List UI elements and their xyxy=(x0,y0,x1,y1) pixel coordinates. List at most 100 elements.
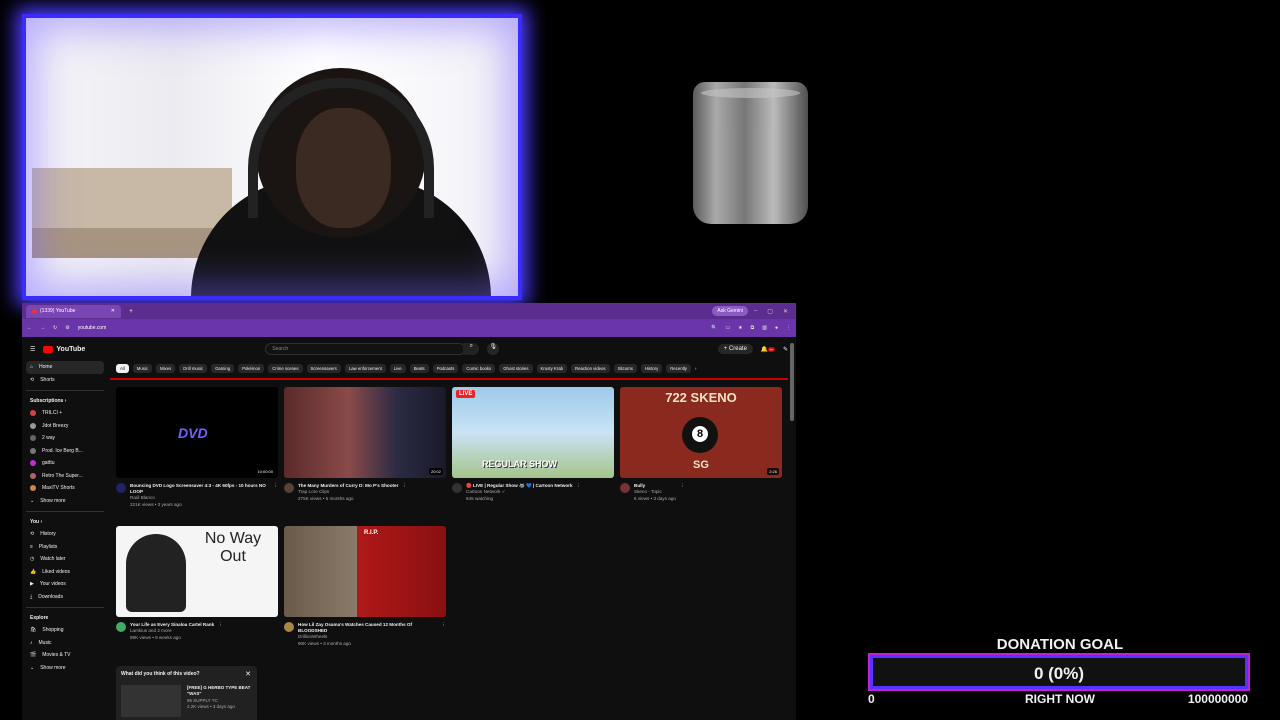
chip[interactable]: Beats xyxy=(409,363,429,373)
sidebar-item-music[interactable]: ♪ Music xyxy=(26,637,110,650)
subscriptions-heading[interactable]: Subscriptions › xyxy=(26,395,110,407)
you-heading[interactable]: You › xyxy=(26,516,110,528)
sidebar-subscription[interactable]: Retro The Super... xyxy=(26,470,110,483)
microphone-icon[interactable]: 🎙 xyxy=(487,343,500,355)
chip[interactable]: Krusty Krab xyxy=(536,363,567,373)
donation-amount: 0 (0%) xyxy=(1033,664,1085,683)
channel-avatar[interactable] xyxy=(284,622,294,632)
video-card[interactable]: LIVE REGULAR SHOW 🔴 LIVE | Regular Show … xyxy=(452,387,614,503)
video-card[interactable]: 20:02 The Many Murders of Curry D: Mo P'… xyxy=(284,387,446,503)
create-button[interactable]: + Create xyxy=(717,344,753,354)
channel-avatar[interactable] xyxy=(452,483,462,493)
channel-avatar[interactable] xyxy=(284,483,294,493)
notifications-bell-icon[interactable]: 🔔9+ xyxy=(761,346,775,353)
sidebar-subscription[interactable]: Prod. Ice Berg B... xyxy=(26,445,110,458)
channel-avatar[interactable] xyxy=(116,483,126,493)
url-field[interactable]: youtube.com xyxy=(78,325,107,331)
chip[interactable]: Music xyxy=(132,363,153,373)
video-thumbnail[interactable]: R.I.P. xyxy=(284,526,446,617)
scrollbar[interactable] xyxy=(790,343,794,421)
chip[interactable]: Podcasts xyxy=(432,363,459,373)
sidebar-item-downloads[interactable]: ⤓ Downloads xyxy=(26,591,110,604)
chip[interactable]: Gaming xyxy=(211,363,235,373)
site-info-icon[interactable]: ⚙ xyxy=(65,325,69,331)
back-icon[interactable]: ← xyxy=(27,325,32,331)
video-card[interactable]: No Way Out Your Life as Every Sinaloa Ca… xyxy=(116,526,278,642)
sidebar-item-watch-later[interactable]: ◷ Watch later xyxy=(26,553,110,566)
menu-kebab-icon[interactable]: ⋮ xyxy=(786,325,791,331)
video-card[interactable]: 722 SKENO 8 SG 2:26 Bully Skeno - Topic … xyxy=(620,387,782,503)
forward-icon[interactable]: → xyxy=(40,325,45,331)
minimize-icon[interactable]: – xyxy=(754,308,757,315)
show-more-subscriptions[interactable]: ⌄ Show more xyxy=(26,495,110,508)
browser-tab[interactable]: (1339) YouTube ✕ xyxy=(26,304,121,318)
reload-icon[interactable]: ↻ xyxy=(53,325,57,331)
sidepanel-icon[interactable]: ▥ xyxy=(762,325,767,331)
chip[interactable]: Recently xyxy=(666,363,691,373)
chip[interactable]: Law enforcement xyxy=(344,363,386,373)
chip[interactable]: Sitcoms xyxy=(613,363,637,373)
extensions-icon[interactable]: ⧉ xyxy=(751,325,755,331)
channel-avatar[interactable] xyxy=(116,622,126,632)
chip[interactable]: Crime scenes xyxy=(268,363,303,373)
chip[interactable]: History xyxy=(640,363,663,373)
sidebar-item-playlists[interactable]: ≡ Playlists xyxy=(26,541,110,554)
channel-avatar xyxy=(30,410,36,417)
chip[interactable]: Screensavers xyxy=(306,363,341,373)
sidebar-subscription[interactable]: TRILCI + xyxy=(26,407,110,420)
youtube-logo[interactable]: YouTube xyxy=(43,345,85,353)
chip[interactable]: Ghost stories xyxy=(499,363,533,373)
profile-avatar[interactable]: ● xyxy=(775,325,778,331)
ask-gemini-button[interactable]: Ask Gemini xyxy=(712,306,748,316)
search-icon[interactable]: ⌕ xyxy=(463,343,480,355)
video-thumbnail[interactable]: LIVE REGULAR SHOW xyxy=(452,387,614,478)
chip[interactable]: Pokémon xyxy=(238,363,265,373)
survey-video-thumbnail[interactable] xyxy=(121,685,181,717)
sidebar-subscription[interactable]: MaxiTV Shorts xyxy=(26,482,110,495)
video-menu-icon[interactable]: ⋮ xyxy=(218,622,223,642)
account-avatar[interactable]: ✎ xyxy=(783,346,788,353)
video-menu-icon[interactable]: ⋮ xyxy=(577,483,582,503)
maximize-icon[interactable]: ▢ xyxy=(767,308,773,315)
chip[interactable]: Live xyxy=(389,363,406,373)
sidebar-subscription[interactable]: 2 way xyxy=(26,432,110,445)
video-card[interactable]: DVD 10:00:00 Bouncing DVD Logo Screensav… xyxy=(116,387,278,509)
close-window-icon[interactable]: ✕ xyxy=(783,308,788,315)
sidebar-item-your-videos[interactable]: ▶ Your videos xyxy=(26,578,110,591)
video-thumbnail[interactable]: No Way Out xyxy=(116,526,278,617)
chip[interactable]: All xyxy=(116,363,129,373)
bookmark-star-icon[interactable]: ★ xyxy=(738,325,742,331)
video-card[interactable]: R.I.P. How Lil Zay Osama's Watches Cause… xyxy=(284,526,446,648)
video-thumbnail[interactable]: 20:02 xyxy=(284,387,446,478)
zoom-icon[interactable]: 🔍 xyxy=(711,325,717,331)
chip[interactable]: Comic books xyxy=(462,363,496,373)
sidebar-item-movies[interactable]: 🎬 Movies & TV xyxy=(26,649,110,662)
sidebar-item-history[interactable]: ⟲ History xyxy=(26,528,110,541)
chip[interactable]: Mixes xyxy=(156,363,176,373)
sidebar-subscription[interactable]: gatttu xyxy=(26,457,110,470)
video-thumbnail[interactable]: DVD 10:00:00 xyxy=(116,387,278,478)
live-badge: LIVE xyxy=(456,390,476,398)
hamburger-menu-icon[interactable]: ☰ xyxy=(30,346,35,353)
search-input[interactable]: Search xyxy=(265,343,466,355)
sidebar-item-shorts[interactable]: ⟲ Shorts xyxy=(26,374,110,387)
donation-max: 100000000 xyxy=(1187,692,1248,706)
chip[interactable]: Reaction videos xyxy=(571,363,610,373)
show-more-explore[interactable]: ⌄ Show more xyxy=(26,662,110,675)
sidebar-item-shopping[interactable]: 🛍 Shopping xyxy=(26,624,110,637)
new-tab-button[interactable]: + xyxy=(129,308,133,315)
sidebar-item-home[interactable]: ⌂ Home xyxy=(26,361,104,374)
channel-avatar[interactable] xyxy=(620,483,630,493)
video-menu-icon[interactable]: ⋮ xyxy=(680,483,685,503)
video-menu-icon[interactable]: ⋮ xyxy=(402,483,407,503)
video-menu-icon[interactable]: ⋮ xyxy=(273,483,278,509)
video-thumbnail[interactable]: 722 SKENO 8 SG 2:26 xyxy=(620,387,782,478)
chevron-right-icon[interactable]: › xyxy=(695,366,696,371)
sidebar-item-liked[interactable]: 👍 Liked videos xyxy=(26,566,110,579)
close-tab-icon[interactable]: ✕ xyxy=(111,308,115,314)
cast-icon[interactable]: ▭ xyxy=(725,325,730,331)
video-menu-icon[interactable]: ⋮ xyxy=(441,622,446,648)
close-icon[interactable]: ✕ xyxy=(245,670,251,678)
sidebar-subscription[interactable]: Jdot Breezy xyxy=(26,420,110,433)
chip[interactable]: Drill music xyxy=(179,363,208,373)
